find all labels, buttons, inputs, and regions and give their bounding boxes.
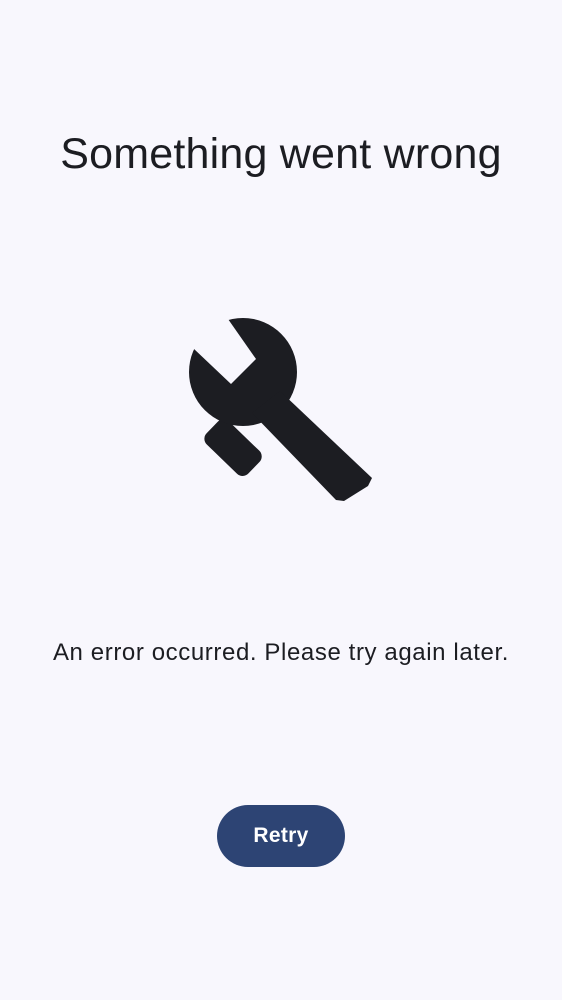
error-screen: Something went wrong An error occurred. … <box>0 0 562 1000</box>
error-title: Something went wrong <box>60 130 502 178</box>
error-message: An error occurred. Please try again late… <box>52 639 510 666</box>
wrench-icon <box>181 312 381 512</box>
retry-button[interactable]: Retry <box>217 805 345 867</box>
